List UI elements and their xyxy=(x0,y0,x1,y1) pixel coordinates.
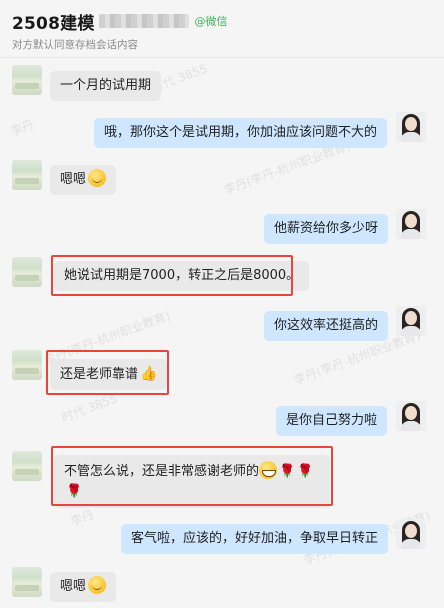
my-avatar[interactable] xyxy=(396,519,426,549)
message-bubble[interactable]: 嗯嗯 xyxy=(50,165,117,195)
my-avatar[interactable] xyxy=(396,209,426,239)
message-bubble[interactable]: 是你自己努力啦 xyxy=(276,406,388,436)
my-avatar[interactable] xyxy=(396,401,426,431)
chat-title[interactable]: 2508建模 xyxy=(12,9,95,34)
redacted-name xyxy=(98,14,189,28)
archive-notice: 对方默认同意存档会话内容 xyxy=(12,39,138,51)
rose-icon: 🌹 xyxy=(297,464,314,479)
contact-avatar[interactable] xyxy=(12,257,42,287)
watermark: 李丹 xyxy=(68,507,96,529)
message-text: 嗯嗯 xyxy=(60,579,87,594)
watermark: 李丹 xyxy=(8,117,36,139)
message-text: 嗯嗯 xyxy=(60,172,87,187)
chat-header: 2508建模 @微信 对方默认同意存档会话内容 xyxy=(0,0,444,58)
contact-avatar[interactable] xyxy=(12,160,42,190)
message-bubble[interactable]: 客气啦，应该的，好好加油，争取早日转正 xyxy=(121,524,389,554)
message-bubble[interactable]: 她说试用期是7000，转正之后是8000。 xyxy=(54,261,310,291)
message-bubble[interactable]: 嗯嗯 xyxy=(50,572,117,602)
contact-avatar[interactable] xyxy=(12,451,42,481)
message-bubble[interactable]: 哦，那你这个是试用期，你加油应该问题不大的 xyxy=(94,118,388,148)
watermark: 时代 3855 xyxy=(59,391,120,425)
message-text: 不管怎么说，还是非常感谢老师的 xyxy=(64,464,260,479)
message-bubble[interactable]: 还是老师靠谱 👍 xyxy=(50,359,168,390)
rose-icon: 🌹 xyxy=(279,464,296,479)
message-bubble[interactable]: 一个月的试用期 xyxy=(50,71,162,101)
smile-emoji-icon xyxy=(88,169,107,187)
message-bubble[interactable]: 他薪资给你多少呀 xyxy=(264,214,389,244)
my-avatar[interactable] xyxy=(396,306,426,336)
contact-avatar[interactable] xyxy=(12,567,42,597)
message-list[interactable]: 李丹 李丹(李丹-杭州职业教育) 时代 3855 李丹(李丹-杭州职业教育) 李… xyxy=(0,59,444,608)
message-text: 还是老师靠谱 xyxy=(60,367,139,382)
title-row: 2508建模 @微信 xyxy=(12,9,228,34)
my-avatar[interactable] xyxy=(396,112,426,142)
contact-avatar[interactable] xyxy=(12,65,42,95)
smile-emoji-icon xyxy=(88,576,107,594)
message-bubble[interactable]: 你这效率还挺高的 xyxy=(264,311,389,341)
rose-icon: 🌹 xyxy=(66,484,83,499)
wechat-tag: @微信 xyxy=(194,15,228,28)
thumbs-up-icon: 👍 xyxy=(140,366,158,382)
message-bubble[interactable]: 不管怎么说，还是非常感谢老师的 🌹 🌹 🌹 xyxy=(54,455,330,508)
contact-avatar[interactable] xyxy=(12,350,42,380)
grin-emoji-icon xyxy=(259,461,278,479)
